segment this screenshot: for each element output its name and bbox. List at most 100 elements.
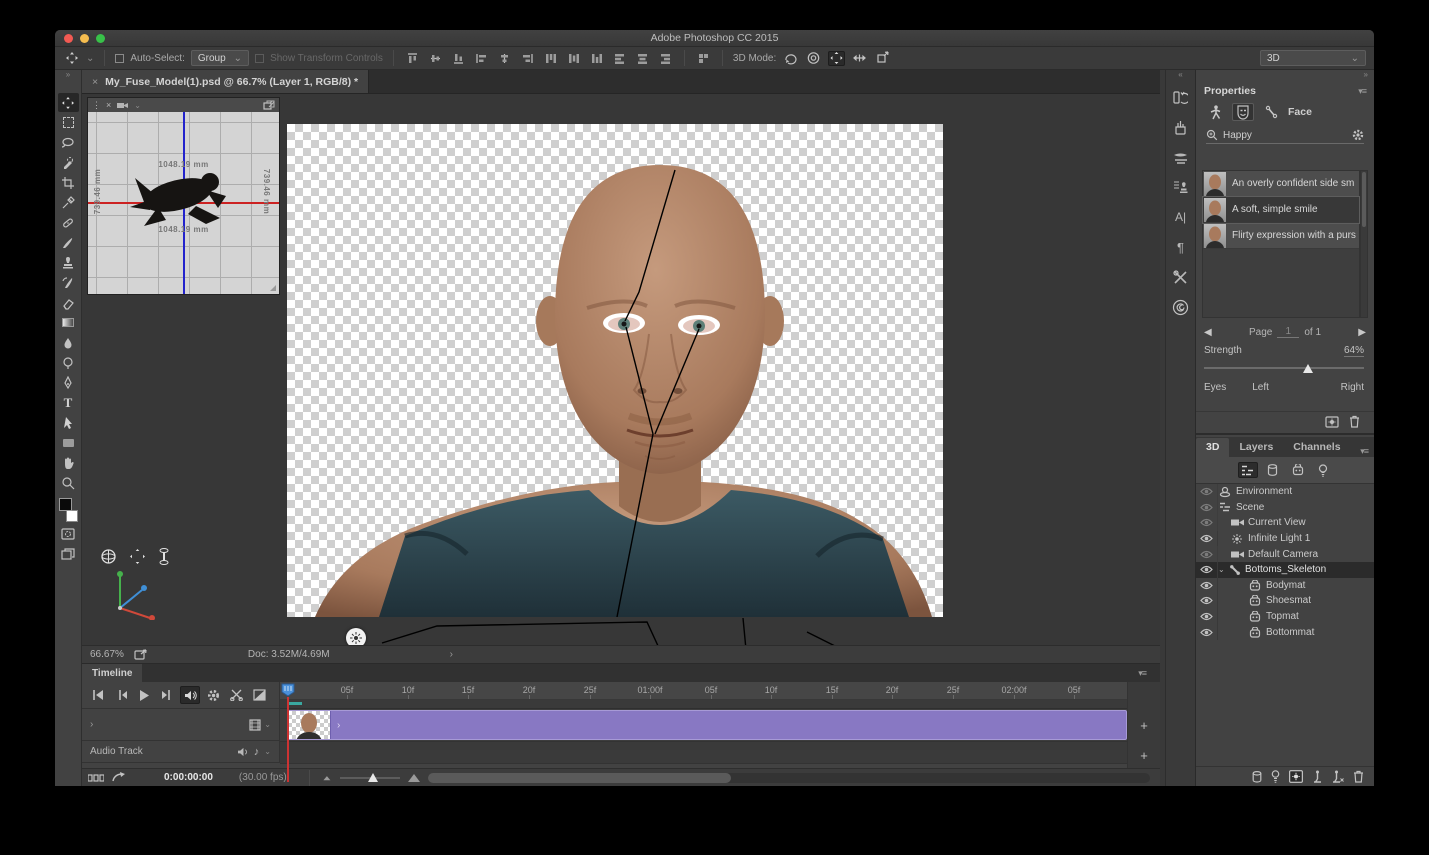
visibility-eye-icon[interactable] (1196, 484, 1218, 500)
filter-materials-icon[interactable] (1288, 462, 1308, 478)
secondary-view-close-icon[interactable]: × (106, 100, 111, 110)
quick-selection-tool[interactable] (58, 153, 79, 172)
skeleton-icon[interactable] (1260, 103, 1282, 121)
clip-keyframe-chevron-icon[interactable]: › (337, 720, 340, 731)
expression-search[interactable] (1206, 129, 1364, 144)
history-brush-tool[interactable] (58, 273, 79, 292)
background-color-swatch[interactable] (66, 510, 78, 522)
3d-drag-icon[interactable] (828, 51, 845, 66)
resize-grip-icon[interactable] (269, 284, 277, 292)
blur-tool[interactable] (58, 333, 79, 352)
camera-select-chevron-icon[interactable]: ⌄ (134, 101, 141, 110)
brush-tool[interactable] (58, 233, 79, 252)
gradient-tool[interactable] (58, 313, 79, 332)
timeline-zoom-slider[interactable] (340, 773, 400, 783)
visibility-eye-icon[interactable] (1196, 593, 1218, 609)
transition-icon[interactable] (249, 686, 269, 704)
timeline-scrollbar-thumb[interactable] (428, 773, 731, 783)
tool-presets-panel-icon[interactable] (1170, 266, 1192, 288)
timeline-zoom-thumb[interactable] (368, 773, 378, 782)
eraser-tool[interactable] (58, 293, 79, 312)
3d-rotate-icon[interactable] (782, 51, 799, 66)
strength-slider[interactable] (1204, 363, 1364, 373)
strength-value-field[interactable]: 64% (1344, 345, 1364, 357)
audio-track[interactable] (280, 742, 1127, 764)
3d-roll-icon[interactable] (805, 51, 822, 66)
track-options-chevron-icon[interactable]: ⌄ (264, 720, 271, 729)
visibility-eye-icon[interactable] (1196, 515, 1218, 531)
face-mask-icon[interactable] (1232, 103, 1254, 121)
show-transform-checkbox[interactable] (255, 54, 264, 63)
filter-whole-scene-icon[interactable] (1238, 462, 1258, 478)
video-track[interactable]: › (280, 709, 1127, 742)
secondary-view-body[interactable]: 1048.19 mm 1048.19 mm 739.46 mm 739.46 m… (88, 112, 279, 294)
properties-tab[interactable]: Properties (1204, 85, 1256, 97)
marquee-tool[interactable] (58, 113, 79, 132)
toolbar-collapse-icon[interactable]: » (55, 70, 81, 80)
slide-camera-icon[interactable] (158, 548, 170, 565)
expression-list-scrollbar[interactable] (1360, 170, 1368, 318)
visibility-eye-icon[interactable] (1196, 500, 1218, 516)
filter-meshes-icon[interactable] (1263, 462, 1283, 478)
scene-item-infinite-light[interactable]: Infinite Light 1 (1196, 531, 1374, 547)
scene-item-current-view[interactable]: Current View (1196, 515, 1374, 531)
color-swatches[interactable] (58, 497, 79, 523)
3d-scale-icon[interactable] (874, 51, 891, 66)
swap-view-icon[interactable] (263, 100, 275, 110)
next-frame-icon[interactable] (157, 686, 177, 704)
scene-item-default-camera[interactable]: Default Camera (1196, 546, 1374, 562)
work-area-bar[interactable] (280, 700, 1127, 709)
secondary-3d-view[interactable]: ⋮ × ⌄ 10 (87, 97, 280, 295)
quick-mask-icon[interactable] (58, 524, 79, 543)
align-left-edges-icon[interactable] (473, 51, 490, 66)
scene-item-scene[interactable]: Scene (1196, 500, 1374, 516)
video-track-icon[interactable] (249, 719, 261, 731)
pen-tool[interactable] (58, 373, 79, 392)
distribute-left-edges-icon[interactable] (611, 51, 628, 66)
crop-tool[interactable] (58, 173, 79, 192)
audio-mute-icon[interactable] (237, 747, 249, 757)
distribute-vertical-centers-icon[interactable] (565, 51, 582, 66)
timeline-scrollbar[interactable] (428, 773, 1150, 783)
mute-audio-icon[interactable] (180, 686, 200, 704)
clone-source-panel-icon[interactable] (1170, 176, 1192, 198)
frame-view-toggle-icon[interactable] (88, 774, 104, 782)
workspace-switcher[interactable]: 3D⌄ (1260, 50, 1366, 66)
visibility-eye-icon[interactable] (1196, 624, 1218, 640)
add-constraint-icon[interactable] (1312, 770, 1323, 783)
type-tool[interactable]: T (58, 393, 79, 412)
page-number-field[interactable]: 1 (1277, 326, 1299, 338)
playhead-marker[interactable] (281, 683, 295, 697)
camera-icon[interactable] (116, 101, 129, 110)
move-tool-options-icon[interactable] (63, 51, 80, 66)
zoom-level-field[interactable]: 66.67% (90, 649, 124, 660)
scene-item-topmat[interactable]: Topmat (1196, 609, 1374, 625)
distribute-horizontal-centers-icon[interactable] (634, 51, 651, 66)
lasso-tool[interactable] (58, 133, 79, 152)
orbit-camera-icon[interactable] (100, 548, 117, 565)
secondary-view-grip-icon[interactable]: ⋮ (92, 100, 101, 111)
render-icon[interactable] (1289, 770, 1303, 783)
go-to-first-frame-icon[interactable] (88, 686, 108, 704)
add-audio-track-button[interactable]: + (1135, 746, 1153, 764)
video-clip[interactable]: › (287, 710, 1127, 740)
align-horizontal-centers-icon[interactable] (496, 51, 513, 66)
add-light-icon[interactable] (1271, 770, 1280, 783)
add-video-track-button[interactable]: + (1135, 716, 1153, 734)
tab-layers[interactable]: Layers (1229, 438, 1283, 457)
canvas-viewport[interactable] (287, 124, 943, 617)
screen-mode-icon[interactable] (58, 544, 79, 563)
dock-expand-icon[interactable]: « (1178, 70, 1182, 82)
visibility-eye-icon[interactable] (1196, 578, 1218, 594)
play-button-icon[interactable] (134, 686, 154, 704)
trash-icon[interactable] (1349, 415, 1360, 428)
auto-select-dropdown[interactable]: Group⌄ (191, 50, 249, 66)
spot-healing-brush-tool[interactable] (58, 213, 79, 232)
visibility-eye-icon[interactable] (1196, 562, 1218, 578)
flip-horizontal-icon[interactable] (112, 772, 126, 783)
visibility-eye-icon[interactable] (1196, 546, 1218, 562)
split-clip-scissors-icon[interactable] (226, 686, 246, 704)
dodge-tool[interactable] (58, 353, 79, 372)
shape-tool[interactable] (58, 433, 79, 452)
video-group-header[interactable]: › ⌄ (82, 709, 280, 741)
